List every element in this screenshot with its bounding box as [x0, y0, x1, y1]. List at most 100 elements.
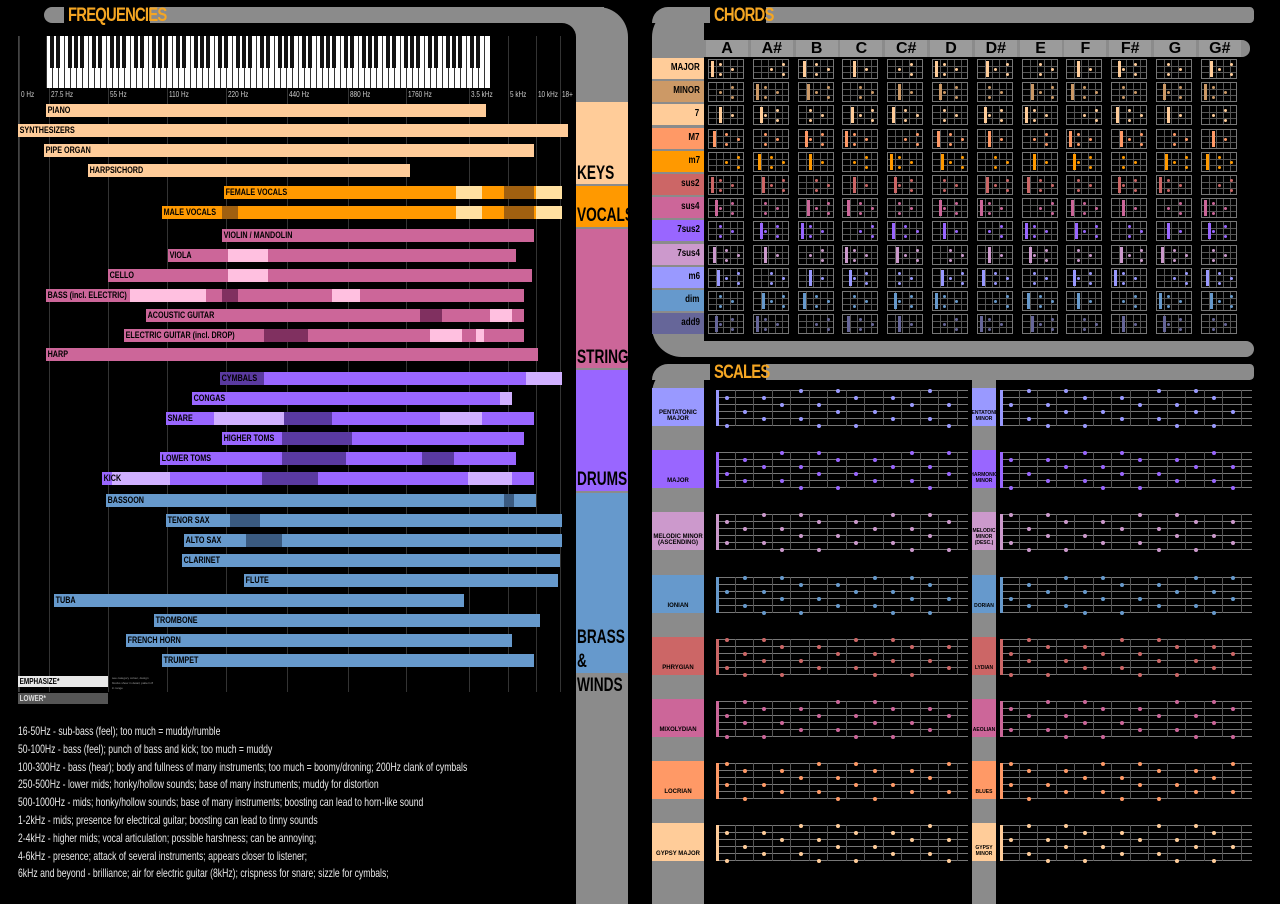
chord-diagram: [887, 244, 924, 265]
chord-diagram: [752, 128, 789, 149]
frequency-bar: BASS (incl. ELECTRIC): [46, 289, 524, 302]
piano-black-key: [242, 36, 246, 68]
chord-diagram: [1066, 314, 1103, 335]
frequency-note: 2-4kHz - higher mids; vocal articulation…: [18, 830, 317, 845]
chord-diagram: [842, 105, 879, 126]
chord-diagram: [1021, 59, 1058, 79]
frequency-bar: TRUMPET: [162, 654, 534, 667]
chord-diagram: [708, 221, 744, 242]
frequency-bar: SNARE: [166, 412, 534, 425]
scale-fretboard: [1000, 637, 1252, 677]
piano-white-key-edge: [130, 36, 131, 88]
chord-diagram: [842, 314, 879, 335]
freq-axis-label: 5 kHz: [510, 90, 527, 99]
frequency-bar: TROMBONE: [154, 614, 540, 627]
legend-lower-label: LOWER*: [19, 694, 46, 703]
piano-black-key: [80, 36, 84, 68]
frequency-bar-emphasis: [282, 452, 346, 465]
piano-black-key: [218, 36, 222, 68]
chord-diagram: [842, 267, 879, 288]
piano-black-key: [428, 36, 432, 68]
frequency-bar-emphasis: [504, 186, 534, 199]
freq-axis-label: 1760 Hz: [408, 90, 432, 99]
chord-note-header: C#: [885, 40, 928, 57]
frequency-bar-label: CLARINET: [183, 555, 220, 565]
piano-black-key: [350, 36, 354, 68]
scale-label-text: PENTATONIC MAJOR: [658, 410, 697, 422]
piano-black-key: [68, 36, 72, 68]
chord-type-label: 7: [652, 104, 702, 124]
piano-white-key-edge: [466, 36, 467, 88]
piano-black-key: [476, 36, 480, 68]
frequency-bar-emphasis: [222, 289, 238, 302]
frequency-bar-label: ALTO SAX: [185, 535, 222, 545]
chord-diagram: [1200, 291, 1237, 311]
piano-black-key: [236, 36, 240, 68]
freq-title: FREQUENCIES: [68, 5, 167, 26]
frequency-bar: HARP: [46, 348, 538, 361]
chord-diagram: [752, 198, 789, 219]
piano-black-key: [416, 36, 420, 68]
chord-diagram: [797, 314, 834, 335]
chord-diagram: [1111, 151, 1148, 172]
chord-diagram: [797, 175, 834, 195]
chord-diagram: [1066, 175, 1103, 195]
chord-diagram: [1111, 198, 1148, 219]
chord-note-header: A#: [750, 40, 793, 57]
chord-diagram: [1200, 82, 1237, 103]
frequency-bar-emphasis: [440, 412, 482, 425]
chord-diagram: [932, 267, 968, 288]
chord-note-header: D#: [974, 40, 1017, 57]
chord-diagram: [976, 59, 1013, 79]
piano-black-key: [92, 36, 96, 68]
chord-diagram: [1111, 175, 1148, 195]
chord-type-text: sus2: [681, 178, 700, 189]
chord-diagram: [1200, 128, 1237, 149]
chord-diagram: [932, 291, 968, 311]
frequency-note: 500-1000Hz - mids; honky/hollow sounds; …: [18, 795, 424, 810]
frequency-bar-label: BASSOON: [107, 495, 145, 505]
frequency-note: 4-6kHz - presence; attack of several ins…: [18, 848, 308, 863]
piano-white-key-edge: [382, 36, 383, 88]
piano-white-key-edge: [274, 36, 275, 88]
category-label-brass: BRASS & WINDS: [577, 627, 625, 696]
piano-white-key-edge: [256, 36, 257, 88]
scale-label-text: MIXOLYDIAN: [659, 727, 697, 733]
chord-diagram: [1021, 175, 1058, 195]
chord-diagram: [932, 314, 968, 335]
chord-note-header: F#: [1109, 40, 1152, 57]
piano-white-key-edge: [358, 36, 359, 88]
chord-diagram: [708, 151, 744, 172]
scale-label-right: DORIAN: [972, 574, 996, 613]
scale-fretboard: [716, 762, 968, 802]
chord-type-label: MINOR: [652, 81, 702, 101]
scale-fretboard: [1000, 824, 1252, 864]
chord-diagram: [1021, 105, 1058, 126]
chord-diagram: [1066, 151, 1103, 172]
piano-white-key-edge: [64, 36, 65, 88]
chord-type-label: dim: [652, 290, 702, 310]
piano-white-key-edge: [340, 36, 341, 88]
legend-note: see category colour, design blocks show …: [112, 676, 154, 690]
chord-diagram: [1156, 175, 1192, 195]
frequency-bar: LOWER TOMS: [160, 452, 516, 465]
freq-axis-label: 18+: [562, 90, 573, 99]
chord-diagram: [1066, 82, 1103, 103]
piano-black-key: [458, 36, 462, 68]
category-label-drums: DRUMS: [577, 469, 628, 490]
piano-black-key: [74, 36, 78, 68]
scale-fretboard: [716, 451, 968, 491]
chord-diagram: [1200, 105, 1237, 126]
piano-white-key-edge: [88, 36, 89, 88]
piano-black-key: [122, 36, 126, 68]
frequency-bar-emphasis: [422, 452, 454, 465]
chord-diagram: [1111, 314, 1148, 335]
frequency-bar-label: PIPE ORGAN: [45, 145, 91, 155]
scale-label-left: MAJOR: [652, 450, 704, 489]
scale-label-text: LOCRIAN: [664, 789, 692, 796]
chord-diagram: [1156, 221, 1192, 242]
scale-label-right: LYDIAN: [972, 636, 996, 675]
chord-diagram: [932, 82, 968, 103]
chord-diagram: [708, 314, 744, 335]
chord-diagram: [797, 128, 834, 149]
